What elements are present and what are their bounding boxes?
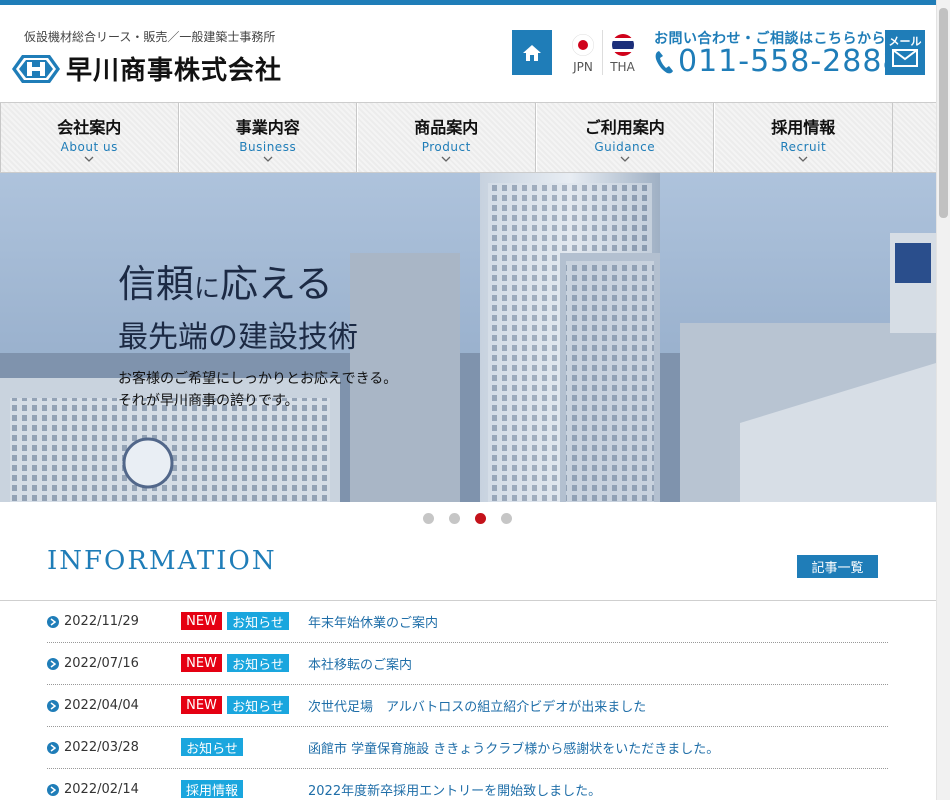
hero-headline-2: 最先端の建設技術 <box>118 320 358 355</box>
news-item[interactable]: 2022/07/16 NEW お知らせ 本社移転のご案内 <box>47 643 888 685</box>
home-button[interactable] <box>512 30 552 75</box>
category-badge: お知らせ <box>227 654 289 673</box>
company-logo[interactable]: 早川商事株式会社 <box>12 50 282 87</box>
language-label-jpn: JPN <box>573 60 593 74</box>
news-date: 2022/11/29 <box>64 614 139 629</box>
global-nav: 会社案内 About us 事業内容 Business 商品案内 Product… <box>0 102 936 173</box>
news-date: 2022/03/28 <box>64 740 139 755</box>
envelope-icon <box>892 49 918 67</box>
new-badge: NEW <box>181 654 222 672</box>
arrow-right-icon <box>47 657 59 670</box>
news-date: 2022/04/04 <box>64 698 139 713</box>
header-tagline: 仮設機材総合リース・販売／一般建築士事務所 <box>24 30 276 44</box>
news-item[interactable]: 2022/02/14 採用情報 2022年度新卒採用エントリーを開始致しました。 <box>47 769 888 800</box>
nav-item-guidance[interactable]: ご利用案内 Guidance <box>535 103 714 172</box>
nav-label-ja: 会社案内 <box>57 117 122 137</box>
carousel-dot-3[interactable] <box>475 513 486 524</box>
category-badge: お知らせ <box>227 612 289 631</box>
new-badge: NEW <box>181 696 222 714</box>
category-badge: お知らせ <box>181 738 243 757</box>
arrow-right-icon <box>47 741 59 754</box>
nav-label-en: Guidance <box>594 139 656 154</box>
information-heading: INFORMATION <box>47 546 277 576</box>
thailand-flag-icon <box>611 34 634 56</box>
chevron-down-icon <box>441 156 451 162</box>
mail-label: メール <box>888 35 922 48</box>
scrollbar-thumb[interactable] <box>939 8 948 218</box>
top-accent-bar <box>0 0 950 5</box>
nav-label-ja: 採用情報 <box>771 117 836 137</box>
news-list: 2022/11/29 NEW お知らせ 年末年始休業のご案内 2022/07/1… <box>47 601 888 800</box>
nav-label-ja: 事業内容 <box>235 117 300 137</box>
category-badge: 採用情報 <box>181 780 243 799</box>
new-badge: NEW <box>181 612 222 630</box>
news-date: 2022/02/14 <box>64 782 139 797</box>
language-label-tha: THA <box>610 60 635 74</box>
nav-label-en: About us <box>60 139 118 154</box>
company-logo-mark-icon <box>12 54 60 83</box>
nav-label-en: Product <box>421 139 471 154</box>
article-list-button[interactable]: 記事一覧 <box>797 555 878 578</box>
chevron-down-icon <box>798 156 808 162</box>
carousel-dot-4[interactable] <box>501 513 512 524</box>
news-item[interactable]: 2022/04/04 NEW お知らせ 次世代足場 アルバトロスの組立紹介ビデオ… <box>47 685 888 727</box>
chevron-down-icon <box>620 156 630 162</box>
chevron-down-icon <box>263 156 273 162</box>
nav-label-ja: 商品案内 <box>414 117 479 137</box>
page-scrollbar[interactable] <box>936 0 950 800</box>
language-japanese-button[interactable]: JPN <box>563 30 603 75</box>
language-thai-button[interactable]: THA <box>602 30 642 75</box>
nav-item-business[interactable]: 事業内容 Business <box>178 103 357 172</box>
hero-copy: 信頼に応える 最先端の建設技術 お客様のご希望にしっかりとお応えできる。 それが… <box>118 253 397 410</box>
news-title-link[interactable]: 函館市 学童保育施設 ききょうクラブ様から感謝状をいただきました。 <box>308 738 719 757</box>
nav-item-about[interactable]: 会社案内 About us <box>0 103 179 172</box>
phone-number-link[interactable]: 011-558-2888 <box>654 44 903 79</box>
home-icon <box>523 44 541 61</box>
arrow-right-icon <box>47 783 59 796</box>
hero-subtext-2: それが早川商事の誇りです。 <box>118 393 299 409</box>
news-item[interactable]: 2022/11/29 NEW お知らせ 年末年始休業のご案内 <box>47 601 888 643</box>
hero-slider[interactable]: 信頼に応える 最先端の建設技術 お客様のご希望にしっかりとお応えできる。 それが… <box>0 173 936 502</box>
mail-button[interactable]: メール <box>885 30 925 75</box>
nav-item-recruit[interactable]: 採用情報 Recruit <box>714 103 893 172</box>
japan-flag-icon <box>572 34 594 56</box>
nav-label-en: Business <box>239 139 297 154</box>
news-title-link[interactable]: 2022年度新卒採用エントリーを開始致しました。 <box>308 780 601 799</box>
arrow-right-icon <box>47 699 59 712</box>
arrow-right-icon <box>47 615 59 628</box>
news-title-link[interactable]: 年末年始休業のご案内 <box>308 612 438 631</box>
hero-headline-word: 応える <box>220 262 333 306</box>
hero-headline-word: 信頼 <box>118 262 195 306</box>
news-date: 2022/07/16 <box>64 656 139 671</box>
category-badge: お知らせ <box>227 696 289 715</box>
carousel-dots <box>423 513 527 524</box>
company-name: 早川商事株式会社 <box>66 56 283 86</box>
news-title-link[interactable]: 次世代足場 アルバトロスの組立紹介ビデオが出来ました <box>308 696 646 715</box>
carousel-dot-1[interactable] <box>423 513 434 524</box>
carousel-dot-2[interactable] <box>449 513 460 524</box>
hero-headline-1: 信頼に応える <box>118 253 397 308</box>
nav-item-product[interactable]: 商品案内 Product <box>357 103 536 172</box>
phone-number: 011-558-2888 <box>678 44 903 79</box>
nav-label-en: Recruit <box>780 139 827 154</box>
news-title-link[interactable]: 本社移転のご案内 <box>308 654 412 673</box>
phone-icon <box>655 50 673 73</box>
chevron-down-icon <box>84 156 94 162</box>
nav-label-ja: ご利用案内 <box>584 117 665 137</box>
hero-subtext-1: お客様のご希望にしっかりとお応えできる。 <box>118 371 398 387</box>
hero-headline-particle: に <box>194 274 221 304</box>
news-item[interactable]: 2022/03/28 お知らせ 函館市 学童保育施設 ききょうクラブ様から感謝状… <box>47 727 888 769</box>
